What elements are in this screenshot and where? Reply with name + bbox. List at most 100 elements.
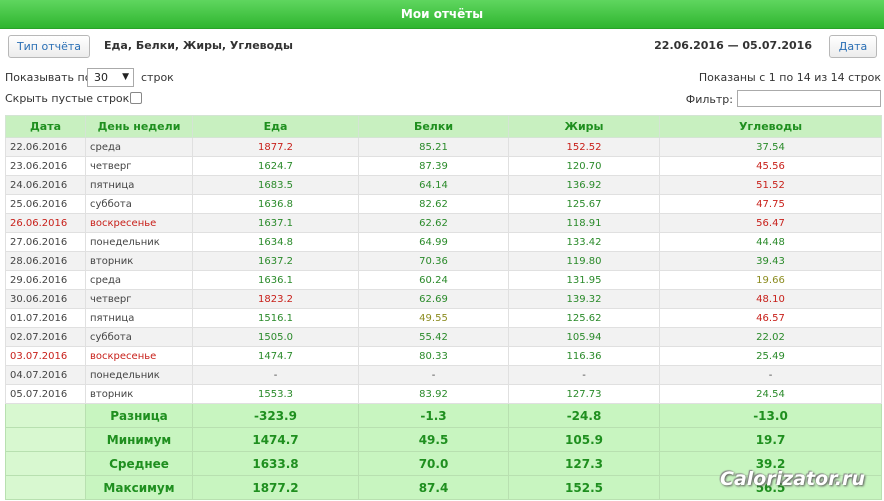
date-cell: 26.06.2016 [5,213,86,233]
report-table: Дата День недели Еда Белки Жиры Углеводы… [5,115,882,500]
date-cell: 24.06.2016 [5,175,86,195]
weekday-cell: пятница [85,308,193,328]
carbs-cell: 45.56 [659,156,882,176]
proteins-cell: 80.33 [358,346,509,366]
selected-categories: Еда, Белки, Жиры, Углеводы [104,39,294,52]
table-row: 23.06.2016 четверг 1624.7 87.39 120.70 45.56 [5,156,882,176]
fats-cell: 152.52 [508,137,660,157]
date-range: 22.06.2016 — 05.07.2016 [654,39,812,52]
weekday-cell: суббота [85,327,193,347]
carbs-cell: 25.49 [659,346,882,366]
fats-cell: 127.73 [508,384,660,404]
page-size-prefix: Показывать по [5,71,92,84]
date-cell: 23.06.2016 [5,156,86,176]
carbs-cell: 47.75 [659,194,882,214]
date-cell: 05.07.2016 [5,384,86,404]
summary-label: Минимум [85,427,193,452]
proteins-cell: 64.14 [358,175,509,195]
food-cell: 1505.0 [192,327,359,347]
proteins-cell: 83.92 [358,384,509,404]
summary-value: -13.0 [659,403,882,428]
table-row: 04.07.2016 понедельник - - - - [5,365,882,385]
fats-cell: 119.80 [508,251,660,271]
date-cell: 25.06.2016 [5,194,86,214]
summary-spacer [5,403,86,428]
fats-cell: - [508,365,660,385]
table-row: 01.07.2016 пятница 1516.1 49.55 125.62 46.57 [5,308,882,328]
weekday-cell: суббота [85,194,193,214]
shown-info: Показаны с 1 по 14 из 14 строк [698,71,881,84]
table-row: 28.06.2016 вторник 1637.2 70.36 119.80 39.43 [5,251,882,271]
fats-cell: 131.95 [508,270,660,290]
proteins-cell: - [358,365,509,385]
proteins-cell: 62.62 [358,213,509,233]
carbs-cell: - [659,365,882,385]
food-cell: - [192,365,359,385]
date-button[interactable]: Дата [829,35,877,58]
column-header-carbs[interactable]: Углеводы [659,115,882,138]
proteins-cell: 85.21 [358,137,509,157]
weekday-cell: вторник [85,251,193,271]
summary-value: -1.3 [358,403,509,428]
table-controls: Показывать по 30 ▼ строк Показаны с 1 по… [5,68,881,88]
date-cell: 28.06.2016 [5,251,86,271]
food-cell: 1553.3 [192,384,359,404]
hide-empty-label: Скрыть пустые строки: [5,92,141,105]
carbs-cell: 46.57 [659,308,882,328]
fats-cell: 120.70 [508,156,660,176]
weekday-cell: среда [85,137,193,157]
table-row: 27.06.2016 понедельник 1634.8 64.99 133.42 44… [5,232,882,252]
fats-cell: 133.42 [508,232,660,252]
date-cell: 27.06.2016 [5,232,86,252]
carbs-cell: 24.54 [659,384,882,404]
date-cell: 01.07.2016 [5,308,86,328]
column-header-proteins[interactable]: Белки [358,115,509,138]
summary-label: Разница [85,403,193,428]
column-header-fats[interactable]: Жиры [508,115,660,138]
table-row: 24.06.2016 пятница 1683.5 64.14 136.92 51.52 [5,175,882,195]
page-size-suffix: строк [141,71,174,84]
column-header-weekday[interactable]: День недели [85,115,193,138]
food-cell: 1624.7 [192,156,359,176]
column-header-food[interactable]: Еда [192,115,359,138]
table-row: 29.06.2016 среда 1636.1 60.24 131.95 19.66 [5,270,882,290]
table-row: 22.06.2016 среда 1877.2 85.21 152.52 37.54 [5,137,882,157]
summary-spacer [5,427,86,452]
food-cell: 1637.2 [192,251,359,271]
date-cell: 03.07.2016 [5,346,86,366]
page-size-value: 30 [94,71,108,84]
carbs-cell: 48.10 [659,289,882,309]
page-header: Мои отчёты [0,0,884,29]
proteins-cell: 62.69 [358,289,509,309]
fats-cell: 118.91 [508,213,660,233]
carbs-cell: 51.52 [659,175,882,195]
proteins-cell: 82.62 [358,194,509,214]
summary-value: 1474.7 [192,427,359,452]
carbs-cell: 37.54 [659,137,882,157]
page-title: Мои отчёты [400,7,484,21]
food-cell: 1636.1 [192,270,359,290]
report-type-button[interactable]: Тип отчёта [8,35,90,58]
food-cell: 1637.1 [192,213,359,233]
proteins-cell: 64.99 [358,232,509,252]
chevron-down-icon: ▼ [122,72,129,82]
table-row: 25.06.2016 суббота 1636.8 82.62 125.67 47.75 [5,194,882,214]
summary-value: 19.7 [659,427,882,452]
page-size-select[interactable]: 30 ▼ [87,68,134,87]
hide-empty-checkbox[interactable] [130,92,142,104]
summary-value: 49.5 [358,427,509,452]
proteins-cell: 70.36 [358,251,509,271]
summary-value: 105.9 [508,427,660,452]
filter-input[interactable] [737,90,881,107]
carbs-cell: 19.66 [659,270,882,290]
summary-value: 1633.8 [192,451,359,476]
food-cell: 1634.8 [192,232,359,252]
summary-value: -24.8 [508,403,660,428]
table-row: 05.07.2016 вторник 1553.3 83.92 127.73 24.54 [5,384,882,404]
table-row: 26.06.2016 воскресенье 1637.1 62.62 118.91 56… [5,213,882,233]
date-cell: 04.07.2016 [5,365,86,385]
table-header-row: Дата День недели Еда Белки Жиры Углеводы [5,115,882,138]
food-cell: 1516.1 [192,308,359,328]
column-header-date[interactable]: Дата [5,115,86,138]
fats-cell: 105.94 [508,327,660,347]
